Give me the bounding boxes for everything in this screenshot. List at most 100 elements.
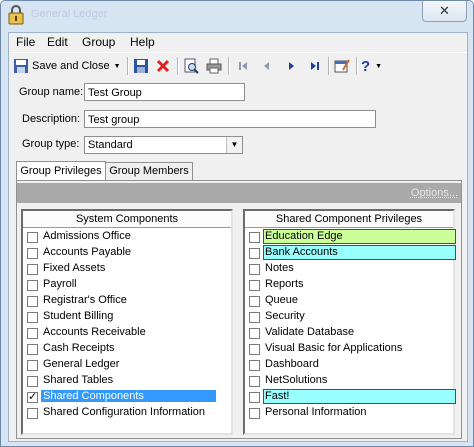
menu-help[interactable]: Help bbox=[130, 35, 155, 49]
options-link[interactable]: Options... bbox=[411, 187, 458, 199]
group-name-field[interactable]: Test Group bbox=[84, 83, 245, 101]
shared-privilege-row[interactable]: Reports bbox=[245, 277, 453, 293]
shared-privilege-row[interactable]: Dashboard bbox=[245, 357, 453, 373]
system-component-checkbox[interactable] bbox=[27, 312, 38, 323]
delete-icon bbox=[156, 59, 170, 73]
system-component-row[interactable]: Admissions Office bbox=[23, 229, 231, 245]
shared-privilege-label: Personal Information bbox=[265, 406, 367, 418]
system-components-header: System Components bbox=[23, 211, 231, 228]
system-component-checkbox[interactable] bbox=[27, 390, 38, 403]
system-component-checkbox[interactable] bbox=[27, 264, 38, 275]
properties-icon bbox=[334, 59, 350, 73]
toolbar-separator bbox=[127, 57, 129, 75]
help-button[interactable]: ? ▼ bbox=[361, 56, 389, 76]
group-type-select[interactable]: Standard ▼ bbox=[84, 136, 243, 154]
system-component-label: Accounts Receivable bbox=[43, 326, 146, 338]
shared-privilege-checkbox[interactable] bbox=[249, 248, 260, 259]
next-record-button[interactable] bbox=[281, 56, 301, 76]
shared-privilege-row[interactable]: NetSolutions bbox=[245, 373, 453, 389]
first-record-button[interactable] bbox=[233, 56, 253, 76]
toolbar-separator bbox=[177, 57, 179, 75]
system-component-label: Admissions Office bbox=[43, 230, 131, 242]
title-bar[interactable]: General Ledger ✕ bbox=[1, 1, 473, 29]
menu-edit[interactable]: Edit bbox=[47, 35, 68, 49]
print-button[interactable] bbox=[204, 56, 224, 76]
shared-privilege-checkbox[interactable] bbox=[249, 312, 260, 323]
menu-group[interactable]: Group bbox=[82, 35, 115, 49]
close-button[interactable]: ✕ bbox=[422, 1, 467, 22]
last-record-button[interactable] bbox=[305, 56, 325, 76]
shared-privilege-row[interactable]: Queue bbox=[245, 293, 453, 309]
shared-privilege-checkbox[interactable] bbox=[249, 376, 260, 387]
app-window: General Ledger ✕ File Edit Group Help Sa… bbox=[0, 0, 474, 447]
shared-privilege-checkbox[interactable] bbox=[249, 408, 260, 419]
description-field[interactable]: Test group bbox=[84, 110, 376, 128]
group-name-label: Group name: bbox=[19, 86, 84, 98]
shared-privilege-checkbox[interactable] bbox=[249, 264, 260, 275]
tab-group-members[interactable]: Group Members bbox=[105, 162, 193, 180]
shared-privilege-checkbox[interactable] bbox=[249, 328, 260, 339]
system-component-checkbox[interactable] bbox=[27, 360, 38, 371]
shared-privilege-label: Education Edge bbox=[265, 230, 343, 242]
shared-privilege-checkbox[interactable] bbox=[249, 232, 260, 243]
save-button[interactable] bbox=[131, 56, 151, 76]
shared-privilege-label: Bank Accounts bbox=[265, 246, 338, 258]
shared-privilege-label: Visual Basic for Applications bbox=[265, 342, 403, 354]
system-component-checkbox[interactable] bbox=[27, 408, 38, 419]
shared-privileges-header: Shared Component Privileges bbox=[245, 211, 453, 228]
shared-privilege-label: Reports bbox=[265, 278, 304, 290]
delete-button[interactable] bbox=[153, 56, 173, 76]
menu-file[interactable]: File bbox=[16, 35, 35, 49]
system-component-label: General Ledger bbox=[43, 358, 120, 370]
shared-privilege-label: NetSolutions bbox=[265, 374, 328, 386]
system-component-label: Accounts Payable bbox=[43, 246, 132, 258]
preview-button[interactable] bbox=[181, 56, 201, 76]
shared-privilege-checkbox[interactable] bbox=[249, 360, 260, 371]
tab-group-privileges[interactable]: Group Privileges bbox=[16, 161, 106, 181]
system-component-checkbox[interactable] bbox=[27, 344, 38, 355]
description-label: Description: bbox=[22, 113, 81, 125]
system-component-checkbox[interactable] bbox=[27, 296, 38, 307]
system-component-checkbox[interactable] bbox=[27, 376, 38, 387]
system-component-row[interactable]: Student Billing bbox=[23, 309, 231, 325]
shared-privilege-row[interactable]: Fast! bbox=[245, 389, 456, 405]
system-component-row[interactable]: Shared Tables bbox=[23, 373, 231, 389]
group-type-value: Standard bbox=[88, 139, 133, 151]
shared-privilege-row[interactable]: Bank Accounts bbox=[245, 245, 456, 261]
system-component-label: Fixed Assets bbox=[43, 262, 106, 274]
shared-privilege-checkbox[interactable] bbox=[249, 392, 260, 403]
shared-privilege-checkbox[interactable] bbox=[249, 344, 260, 355]
shared-privilege-row[interactable]: Validate Database bbox=[245, 325, 453, 341]
shared-privilege-checkbox[interactable] bbox=[249, 280, 260, 291]
toolbar-separator bbox=[228, 57, 230, 75]
system-component-row[interactable]: Payroll bbox=[23, 277, 231, 293]
previous-record-button[interactable] bbox=[257, 56, 277, 76]
shared-privilege-label: Validate Database bbox=[265, 326, 355, 338]
system-component-row[interactable]: Cash Receipts bbox=[23, 341, 231, 357]
system-component-row[interactable]: Shared Components bbox=[23, 389, 231, 405]
window-title: General Ledger bbox=[31, 8, 108, 20]
system-component-row[interactable]: Fixed Assets bbox=[23, 261, 231, 277]
system-component-row[interactable]: General Ledger bbox=[23, 357, 231, 373]
options-bar: Options... bbox=[17, 183, 461, 203]
system-component-row[interactable]: Registrar's Office bbox=[23, 293, 231, 309]
properties-button[interactable] bbox=[332, 56, 352, 76]
system-component-checkbox[interactable] bbox=[27, 280, 38, 291]
system-component-row[interactable]: Shared Configuration Information bbox=[23, 405, 231, 421]
save-icon bbox=[134, 59, 148, 73]
system-component-checkbox[interactable] bbox=[27, 248, 38, 259]
shared-privilege-row[interactable]: Personal Information bbox=[245, 405, 453, 421]
shared-privilege-label: Queue bbox=[265, 294, 299, 306]
shared-privilege-row[interactable]: Security bbox=[245, 309, 453, 325]
shared-privilege-row[interactable]: Notes bbox=[245, 261, 453, 277]
shared-privilege-row[interactable]: Education Edge bbox=[245, 229, 456, 245]
system-component-row[interactable]: Accounts Payable bbox=[23, 245, 231, 261]
system-component-checkbox[interactable] bbox=[27, 232, 38, 243]
group-privileges-panel: Options... System Components Admissions … bbox=[16, 180, 462, 439]
system-component-checkbox[interactable] bbox=[27, 328, 38, 339]
save-and-close-button[interactable]: Save and Close ▼ bbox=[13, 56, 123, 76]
shared-privilege-label: Dashboard bbox=[265, 358, 319, 370]
shared-privilege-checkbox[interactable] bbox=[249, 296, 260, 307]
shared-privilege-row[interactable]: Visual Basic for Applications bbox=[245, 341, 453, 357]
system-component-row[interactable]: Accounts Receivable bbox=[23, 325, 231, 341]
